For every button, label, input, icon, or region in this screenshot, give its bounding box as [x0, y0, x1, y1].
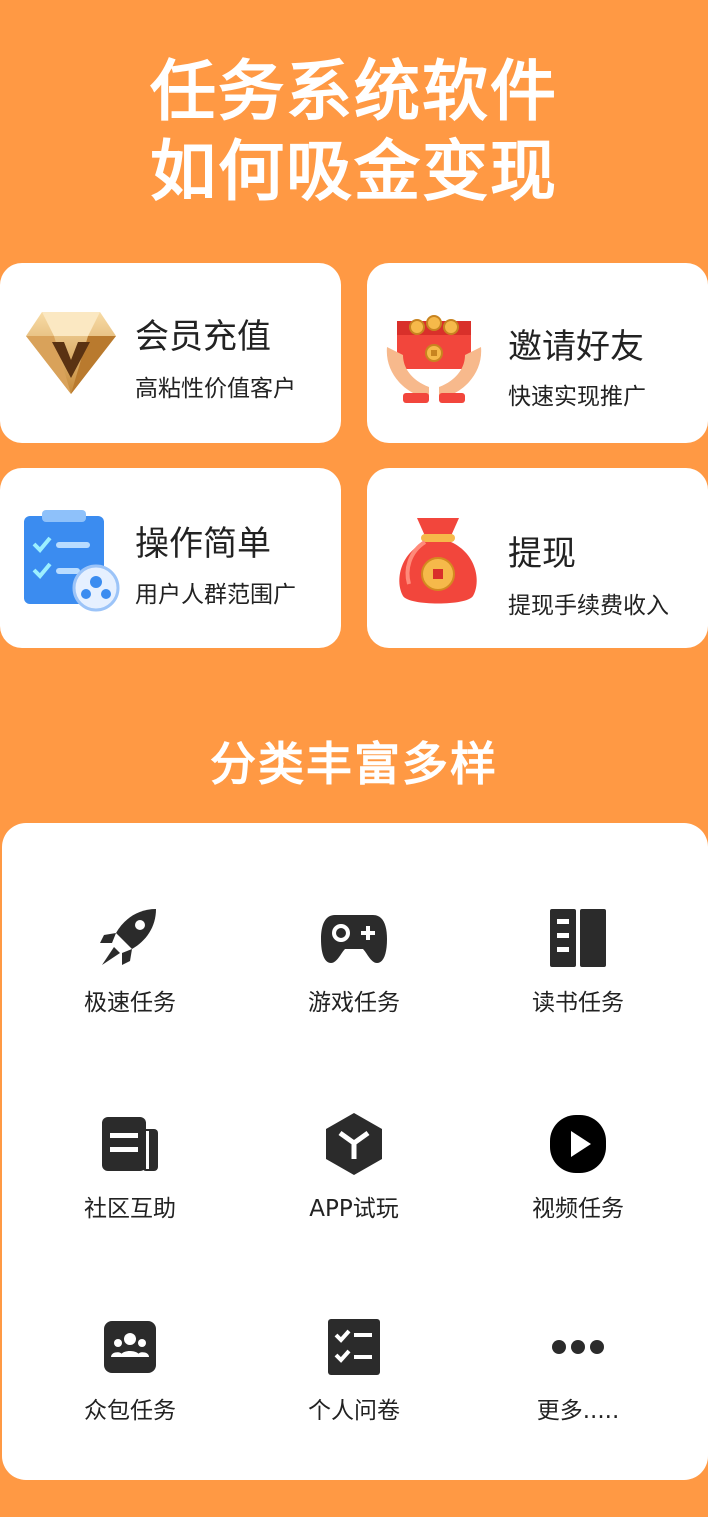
- feature-subtitle: 快速实现推广: [508, 384, 646, 410]
- category-label: 众包任务: [84, 1398, 176, 1424]
- money-bag-icon: [399, 518, 477, 604]
- checklist-icon: [328, 1319, 380, 1375]
- category-video-task[interactable]: 视频任务: [460, 1113, 696, 1223]
- play-icon: [550, 1115, 606, 1173]
- section-title: 分类丰富多样: [210, 737, 498, 791]
- category-app-trial[interactable]: APP试玩: [236, 1113, 472, 1223]
- category-panel: 极速任务 游戏任务 读书任务 社区互助 APP试玩 视频任务 众包任务 个人问卷…: [2, 823, 708, 1480]
- category-reading-task[interactable]: 读书任务: [460, 907, 696, 1017]
- category-label: 个人问卷: [308, 1398, 400, 1424]
- feature-title: 操作简单: [135, 524, 271, 564]
- category-more[interactable]: 更多.....: [460, 1317, 696, 1425]
- category-label: 游戏任务: [308, 990, 400, 1016]
- newspaper-icon: [102, 1117, 158, 1171]
- feature-title: 提现: [508, 534, 576, 574]
- cube-icon: [326, 1113, 382, 1175]
- gamepad-icon: [321, 915, 387, 963]
- category-speed-task[interactable]: 极速任务: [12, 907, 248, 1017]
- feature-title: 邀请好友: [508, 327, 644, 367]
- hero-title-line2: 如何吸金变现: [150, 133, 558, 210]
- category-label: 更多.....: [536, 1398, 620, 1424]
- feature-card-withdraw[interactable]: 提现 提现手续费收入: [367, 468, 708, 648]
- book-icon: [550, 909, 606, 967]
- clipboard-icon: [24, 510, 120, 612]
- category-label: 读书任务: [532, 990, 624, 1016]
- hero-title-line1: 任务系统软件: [150, 53, 558, 130]
- category-label: 视频任务: [532, 1196, 624, 1222]
- more-icon: [552, 1340, 604, 1354]
- feature-card-easy-operation[interactable]: 操作简单 用户人群范围广: [0, 468, 341, 648]
- feature-subtitle: 提现手续费收入: [508, 593, 669, 619]
- category-label: 极速任务: [84, 990, 176, 1016]
- diamond-icon: [26, 312, 116, 394]
- feature-subtitle: 用户人群范围广: [135, 582, 296, 608]
- gift-hands-icon: [386, 315, 482, 403]
- feature-card-member-recharge[interactable]: 会员充值 高粘性价值客户: [0, 263, 341, 443]
- feature-title: 会员充值: [135, 317, 271, 357]
- feature-subtitle: 高粘性价值客户: [135, 376, 296, 402]
- group-icon: [104, 1321, 156, 1373]
- hero-title: 任务系统软件 如何吸金变现: [0, 52, 708, 212]
- category-game-task[interactable]: 游戏任务: [236, 907, 472, 1017]
- category-community-help[interactable]: 社区互助: [12, 1113, 248, 1223]
- category-label: APP试玩: [309, 1196, 399, 1222]
- category-crowdsourcing-task[interactable]: 众包任务: [12, 1317, 248, 1425]
- category-survey[interactable]: 个人问卷: [236, 1317, 472, 1425]
- rocket-icon: [100, 909, 156, 965]
- category-label: 社区互助: [84, 1196, 176, 1222]
- feature-card-invite-friends[interactable]: 邀请好友 快速实现推广: [367, 263, 708, 443]
